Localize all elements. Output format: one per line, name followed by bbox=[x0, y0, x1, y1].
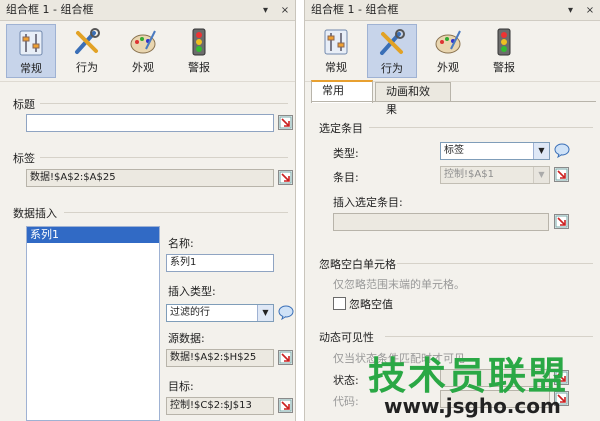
palette-icon bbox=[435, 30, 461, 54]
left-title-bar: 组合框 1 - 组合框 ▾ × bbox=[0, 0, 295, 21]
cell-picker-icon bbox=[279, 116, 292, 129]
close-icon[interactable]: × bbox=[279, 1, 291, 21]
source-data-label: 源数据: bbox=[168, 332, 205, 345]
cell-picker-icon bbox=[555, 215, 568, 228]
cell-picker-icon bbox=[279, 171, 292, 184]
chevron-down-icon[interactable]: ▼ bbox=[533, 143, 549, 159]
tab-alerts[interactable]: 警报 bbox=[174, 24, 224, 78]
tab-behavior[interactable]: 行为 bbox=[367, 24, 417, 78]
left-panel-title: 组合框 1 - 组合框 bbox=[6, 3, 94, 16]
pin-icon[interactable]: ▾ bbox=[565, 1, 577, 21]
cell-select-button[interactable] bbox=[554, 167, 569, 182]
type-value: 标签 bbox=[444, 145, 464, 156]
ignore-blank-section-heading: 忽略空白单元格 bbox=[319, 258, 396, 271]
type-select[interactable]: 标签 ▼ bbox=[440, 142, 550, 160]
insert-type-label: 插入类型: bbox=[168, 285, 216, 298]
panel-separator bbox=[295, 0, 305, 421]
traffic-light-icon bbox=[192, 28, 206, 56]
dynamic-visibility-section-heading: 动态可见性 bbox=[319, 331, 374, 344]
traffic-light-icon bbox=[497, 28, 511, 56]
ignore-empty-checkbox[interactable] bbox=[333, 297, 346, 310]
close-icon[interactable]: × bbox=[584, 1, 596, 21]
cell-select-button[interactable] bbox=[554, 214, 569, 229]
chevron-down-icon[interactable]: ▼ bbox=[533, 167, 549, 183]
item-select[interactable]: 控制!$A$1 ▼ bbox=[440, 166, 550, 184]
divider bbox=[369, 127, 593, 128]
selected-item-section-heading: 选定条目 bbox=[319, 122, 363, 135]
tools-icon bbox=[75, 28, 100, 54]
insert-type-value: 过滤的行 bbox=[170, 307, 210, 318]
cell-select-button[interactable] bbox=[278, 398, 293, 413]
label-section-heading: 标签 bbox=[13, 152, 35, 165]
tools-icon bbox=[380, 29, 405, 55]
watermark-logo: 技术员联盟 bbox=[368, 354, 569, 398]
label-range-input[interactable]: 数据!$A$2:$A$25 bbox=[26, 169, 274, 187]
state-label: 状态: bbox=[333, 374, 359, 387]
series-list-item[interactable]: 系列1 bbox=[27, 227, 159, 243]
divider bbox=[40, 157, 288, 158]
insert-type-select[interactable]: 过滤的行 ▼ bbox=[166, 304, 274, 322]
source-data-input[interactable]: 数据!$A$2:$H$25 bbox=[166, 349, 274, 367]
left-panel: 组合框 1 - 组合框 ▾ × 常规 行为 外观 警报 标题 标签 数据!$A$… bbox=[0, 0, 295, 421]
right-category-toolbar: 常规 行为 外观 警报 bbox=[305, 21, 600, 82]
title-input[interactable] bbox=[26, 114, 274, 132]
tab-appearance[interactable]: 外观 bbox=[423, 24, 473, 78]
target-input[interactable]: 控制!$C$2:$J$13 bbox=[166, 397, 274, 415]
tab-appearance[interactable]: 外观 bbox=[118, 24, 168, 78]
tab-general[interactable]: 常规 bbox=[311, 24, 361, 78]
right-title-bar: 组合框 1 - 组合框 ▾ × bbox=[305, 0, 600, 21]
data-insert-section-heading: 数据插入 bbox=[13, 207, 57, 220]
divider bbox=[385, 336, 593, 337]
tab-alerts[interactable]: 警报 bbox=[479, 24, 529, 78]
right-panel-title: 组合框 1 - 组合框 bbox=[311, 3, 399, 16]
sliders-icon bbox=[324, 29, 348, 55]
cell-picker-icon bbox=[279, 351, 292, 364]
cell-picker-icon bbox=[555, 168, 568, 181]
cell-select-button[interactable] bbox=[278, 350, 293, 365]
code-label: 代码: bbox=[333, 395, 359, 408]
type-label: 类型: bbox=[333, 147, 359, 160]
chevron-down-icon[interactable]: ▼ bbox=[257, 305, 273, 321]
divider bbox=[397, 263, 593, 264]
item-value: 控制!$A$1 bbox=[444, 169, 494, 180]
target-label: 目标: bbox=[168, 380, 194, 393]
palette-icon bbox=[130, 30, 156, 54]
comment-bubble-icon[interactable] bbox=[278, 305, 294, 320]
item-label: 条目: bbox=[333, 171, 359, 184]
watermark-url: www.jsgho.com bbox=[384, 394, 561, 418]
left-category-toolbar: 常规 行为 外观 警报 bbox=[0, 21, 295, 82]
cell-select-button[interactable] bbox=[278, 115, 293, 130]
divider bbox=[40, 103, 288, 104]
comment-bubble-icon[interactable] bbox=[554, 143, 570, 158]
cell-select-button[interactable] bbox=[278, 170, 293, 185]
tab-general[interactable]: 常规 bbox=[6, 24, 56, 78]
divider bbox=[64, 212, 288, 213]
name-label: 名称: bbox=[168, 237, 194, 250]
tab-behavior[interactable]: 行为 bbox=[62, 24, 112, 78]
cell-picker-icon bbox=[279, 399, 292, 412]
sliders-icon bbox=[19, 30, 43, 56]
series-name-input[interactable]: 系列1 bbox=[166, 254, 274, 272]
series-list[interactable]: 系列1 bbox=[26, 226, 160, 421]
ignore-empty-label: 忽略空值 bbox=[349, 298, 393, 311]
subtab-common[interactable]: 常用 bbox=[311, 80, 373, 103]
insert-selected-input[interactable] bbox=[333, 213, 549, 231]
insert-selected-label: 插入选定条目: bbox=[333, 196, 403, 209]
pin-icon[interactable]: ▾ bbox=[260, 1, 272, 21]
title-section-heading: 标题 bbox=[13, 98, 35, 111]
subtab-animation-effects[interactable]: 动画和效果 bbox=[375, 82, 451, 116]
ignore-blank-description: 仅忽略范围末端的单元格。 bbox=[333, 278, 465, 291]
